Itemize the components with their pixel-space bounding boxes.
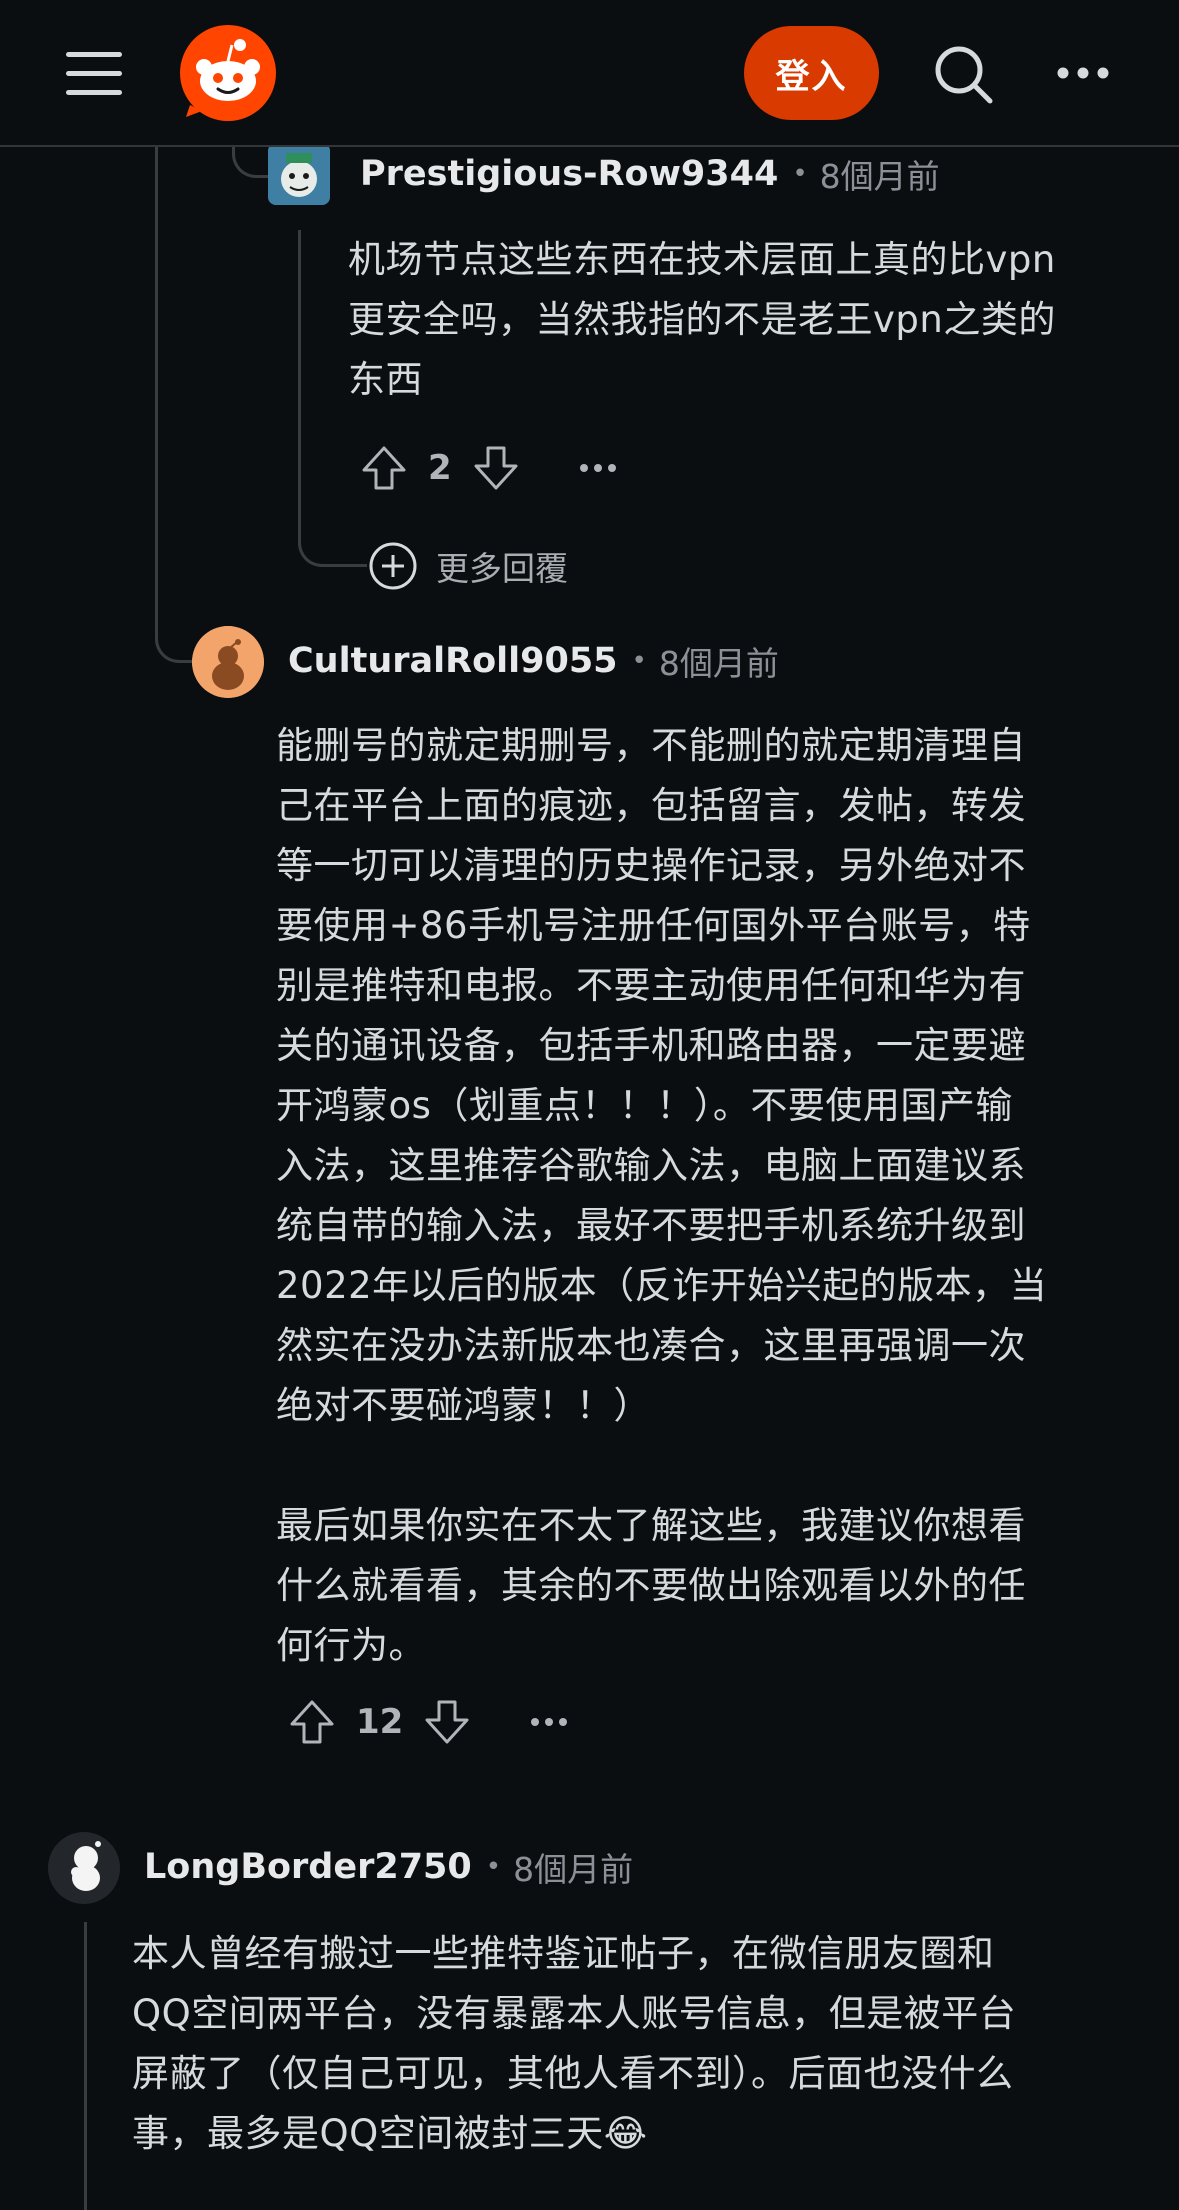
- more-replies-button[interactable]: 更多回覆: [368, 538, 568, 594]
- comment-meta: Prestigious-Row9344 • 8個月前: [360, 149, 940, 199]
- comment-actions: 12: [288, 1692, 569, 1752]
- timestamp[interactable]: 8個月前: [513, 1843, 633, 1891]
- top-navigation-bar: 登入: [0, 0, 1179, 147]
- thread-line-level1[interactable]: [155, 145, 158, 635]
- thread-branch-cultural: [155, 600, 196, 663]
- comments-page: 登入 Prestigious-Row9344 • 8個月前 机场节点这些东西在技…: [0, 0, 1179, 2210]
- comment-meta: CulturalRoll9055 • 8個月前: [288, 636, 779, 686]
- more-horizontal-icon[interactable]: [1057, 58, 1109, 88]
- hamburger-menu-icon[interactable]: [66, 52, 122, 96]
- vote-count: 2: [428, 448, 452, 488]
- thread-line-level2[interactable]: [298, 230, 301, 510]
- meta-separator: •: [792, 159, 808, 189]
- thread-branch-more-replies: [298, 500, 367, 567]
- username[interactable]: Prestigious-Row9344: [360, 154, 778, 194]
- upvote-icon[interactable]: [288, 1698, 336, 1746]
- timestamp[interactable]: 8個月前: [820, 150, 940, 198]
- username[interactable]: LongBorder2750: [144, 1847, 472, 1887]
- reddit-logo-icon[interactable]: [180, 25, 276, 121]
- comment-body: 能删号的就定期删号，不能删的就定期清理自 己在平台上面的痕迹，包括留言，发帖，转…: [276, 724, 1048, 1667]
- comment-meta: LongBorder2750 • 8個月前: [144, 1842, 633, 1892]
- meta-separator: •: [485, 1852, 502, 1882]
- timestamp[interactable]: 8個月前: [659, 637, 779, 685]
- meta-separator: •: [631, 646, 647, 676]
- avatar[interactable]: [48, 1832, 120, 1904]
- avatar[interactable]: [192, 626, 264, 698]
- login-button[interactable]: 登入: [744, 26, 879, 120]
- comment-body: 机场节点这些东西在技术层面上真的比vpn 更安全吗，当然我指的不是老王vpn之类…: [348, 238, 1056, 401]
- comment-actions: 2: [360, 438, 618, 498]
- plus-circle-icon: [369, 542, 417, 590]
- upvote-icon[interactable]: [360, 444, 408, 492]
- downvote-icon[interactable]: [472, 444, 520, 492]
- username[interactable]: CulturalRoll9055: [288, 641, 618, 681]
- downvote-icon[interactable]: [423, 1698, 471, 1746]
- more-options-icon[interactable]: [529, 1715, 569, 1729]
- comment-body: 本人曾经有搬过一些推特鉴证帖子，在微信朋友圈和 QQ空间两平台，没有暴露本人账号…: [132, 1932, 1017, 2155]
- search-icon[interactable]: [933, 44, 995, 106]
- avatar[interactable]: [268, 143, 330, 205]
- thread-line-longborder[interactable]: [84, 1922, 87, 2210]
- more-options-icon[interactable]: [578, 461, 618, 475]
- more-replies-label: 更多回覆: [436, 549, 568, 588]
- vote-count: 12: [356, 1702, 404, 1742]
